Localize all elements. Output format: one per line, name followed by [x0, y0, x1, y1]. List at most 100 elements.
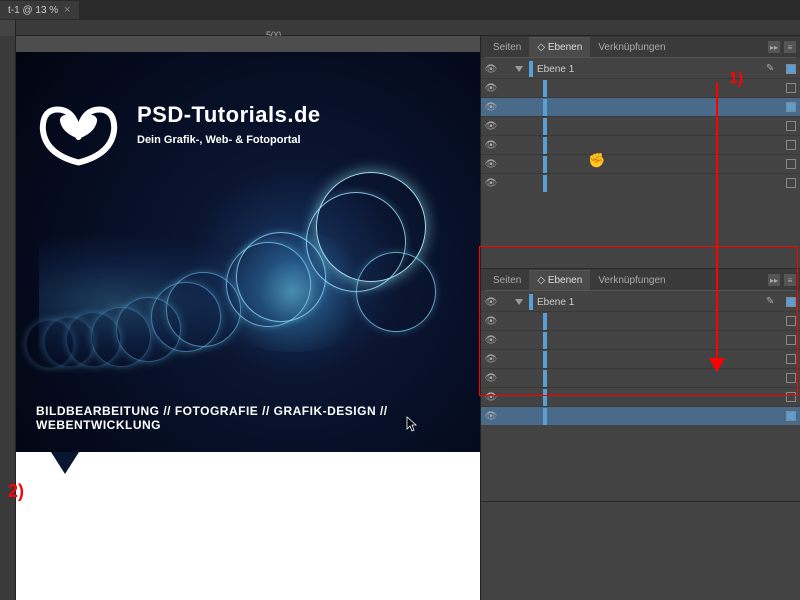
visibility-eye-icon[interactable]: 👁	[485, 158, 497, 170]
selection-square-icon[interactable]	[786, 121, 796, 131]
annotation-number-2: 2)	[8, 481, 24, 502]
logo-subtitle: Dein Grafik-, Web- & Fotoportal	[137, 134, 321, 146]
layer-color-swatch	[543, 332, 547, 349]
selection-square-icon[interactable]	[786, 316, 796, 326]
selection-square-icon[interactable]	[786, 392, 796, 402]
tab-verknuepfungen[interactable]: Verknüpfungen	[590, 271, 673, 290]
tab-ebenen[interactable]: ◇ Ebenen	[529, 37, 590, 57]
layer-color-swatch	[543, 370, 547, 387]
layer-item-row[interactable]: 👁	[481, 387, 800, 406]
selection-square-icon[interactable]	[786, 178, 796, 188]
visibility-eye-icon[interactable]: 👁	[485, 410, 497, 422]
page-canvas[interactable]: PSD-Tutorials.de Dein Grafik-, Web- & Fo…	[16, 52, 480, 600]
visibility-eye-icon[interactable]: 👁	[485, 101, 497, 113]
layers-list: 👁Ebene 1✎👁👁👁👁👁👁	[481, 58, 800, 268]
selection-square-icon[interactable]	[786, 354, 796, 364]
visibility-eye-icon[interactable]: 👁	[485, 82, 497, 94]
layers-panel-bottom: Seiten ◇ Ebenen Verknüpfungen ▸▸ ≡ 👁 Eben…	[481, 269, 800, 502]
tab-seiten[interactable]: Seiten	[485, 38, 529, 57]
layer-item-row[interactable]: 👁	[481, 135, 800, 154]
visibility-eye-icon[interactable]: 👁	[485, 353, 497, 365]
layer-item-row[interactable]: 👁	[481, 173, 800, 192]
tab-verknuepfungen[interactable]: Verknüpfungen	[590, 38, 673, 57]
selection-square-icon[interactable]	[786, 373, 796, 383]
layer-color-swatch	[529, 61, 533, 77]
layer-color-swatch	[543, 175, 547, 192]
panel-tab-bar: Seiten ◇ Ebenen Verknüpfungen ▸▸ ≡	[481, 269, 800, 291]
layer-item-row[interactable]: 👁	[481, 311, 800, 330]
visibility-eye-icon[interactable]: 👁	[485, 334, 497, 346]
layer-color-swatch	[543, 313, 547, 330]
rings-graphic	[36, 182, 480, 382]
ruler-origin[interactable]	[0, 20, 16, 36]
layers-list: 👁 Ebene 1 ✎ 👁 👁 👁 👁 👁 👁	[481, 291, 800, 501]
logo-area: PSD-Tutorials.de Dein Grafik-, Web- & Fo…	[36, 102, 321, 172]
pen-icon[interactable]: ✎	[766, 63, 778, 75]
butterfly-logo-icon	[36, 102, 121, 172]
logo-title: PSD-Tutorials.de	[137, 102, 321, 128]
layer-item-row[interactable]: 👁	[481, 78, 800, 97]
logo-text-block: PSD-Tutorials.de Dein Grafik-, Web- & Fo…	[137, 102, 321, 172]
layer-color-swatch	[543, 80, 547, 97]
layer-item-row[interactable]: 👁	[481, 116, 800, 135]
collapse-icon[interactable]: ▸▸	[768, 41, 780, 53]
pen-icon[interactable]: ✎	[766, 296, 778, 308]
document-tab-label: t-1 @ 13 %	[8, 5, 58, 16]
visibility-eye-icon[interactable]: 👁	[485, 372, 497, 384]
annotation-arrow	[716, 82, 718, 360]
tab-ebenen[interactable]: ◇ Ebenen	[529, 270, 590, 290]
workspace: PSD-Tutorials.de Dein Grafik-, Web- & Fo…	[0, 36, 800, 600]
layer-color-swatch	[543, 99, 547, 116]
visibility-eye-icon[interactable]: 👁	[485, 296, 497, 308]
layer-item-row[interactable]: 👁	[481, 349, 800, 368]
selection-square-icon[interactable]	[786, 140, 796, 150]
selection-square-icon[interactable]	[786, 297, 796, 307]
layer-color-swatch	[543, 408, 547, 425]
layer-item-row[interactable]: 👁	[481, 154, 800, 173]
layer-parent-row[interactable]: 👁 Ebene 1 ✎	[481, 293, 800, 311]
vertical-ruler[interactable]	[0, 36, 16, 600]
cursor-arrow-icon	[406, 416, 420, 434]
panel-menu-icon[interactable]: ≡	[784, 274, 796, 286]
visibility-eye-icon[interactable]: 👁	[485, 177, 497, 189]
expand-triangle-icon[interactable]	[515, 299, 523, 305]
layer-parent-row[interactable]: 👁Ebene 1✎	[481, 60, 800, 78]
layer-item-row[interactable]: 👁	[481, 368, 800, 387]
selection-square-icon[interactable]	[786, 335, 796, 345]
panel-tab-bar: Seiten ◇ Ebenen Verknüpfungen ▸▸ ≡	[481, 36, 800, 58]
panel-menu-icon[interactable]: ≡	[784, 41, 796, 53]
layer-color-swatch	[543, 389, 547, 406]
visibility-eye-icon[interactable]: 👁	[485, 63, 497, 75]
document-tab[interactable]: t-1 @ 13 % ×	[0, 1, 79, 19]
selection-square-icon[interactable]	[786, 159, 796, 169]
canvas-area[interactable]: PSD-Tutorials.de Dein Grafik-, Web- & Fo…	[0, 36, 480, 600]
collapse-icon[interactable]: ▸▸	[768, 274, 780, 286]
speech-tail-polygon	[51, 452, 79, 474]
tab-seiten[interactable]: Seiten	[485, 271, 529, 290]
annotation-number-1: 1)	[729, 70, 743, 88]
visibility-eye-icon[interactable]: 👁	[485, 391, 497, 403]
layer-item-row[interactable]: 👁	[481, 330, 800, 349]
layer-item-row[interactable]: 👁	[481, 97, 800, 116]
selection-square-icon[interactable]	[786, 83, 796, 93]
layer-color-swatch	[543, 137, 547, 154]
cursor-grab-icon: ✊	[588, 152, 605, 169]
selection-square-icon[interactable]	[786, 64, 796, 74]
tab-ebenen-label: Ebenen	[548, 42, 582, 53]
artwork: PSD-Tutorials.de Dein Grafik-, Web- & Fo…	[16, 52, 480, 452]
selection-square-icon[interactable]	[786, 102, 796, 112]
visibility-eye-icon[interactable]: 👁	[485, 315, 497, 327]
tab-ebenen-label: Ebenen	[548, 275, 582, 286]
annotation-arrow-head-icon	[709, 358, 725, 372]
layer-item-row[interactable]: 👁	[481, 406, 800, 425]
layer-parent-name: Ebene 1	[537, 297, 762, 308]
layers-panel-top: Seiten ◇ Ebenen Verknüpfungen ▸▸ ≡ 👁Eben…	[481, 36, 800, 269]
layer-color-swatch	[543, 156, 547, 173]
selection-square-icon[interactable]	[786, 411, 796, 421]
horizontal-ruler: 500	[0, 20, 800, 36]
close-icon[interactable]: ×	[64, 4, 70, 16]
visibility-eye-icon[interactable]: 👁	[485, 120, 497, 132]
layer-color-swatch	[543, 118, 547, 135]
visibility-eye-icon[interactable]: 👁	[485, 139, 497, 151]
expand-triangle-icon[interactable]	[515, 66, 523, 72]
